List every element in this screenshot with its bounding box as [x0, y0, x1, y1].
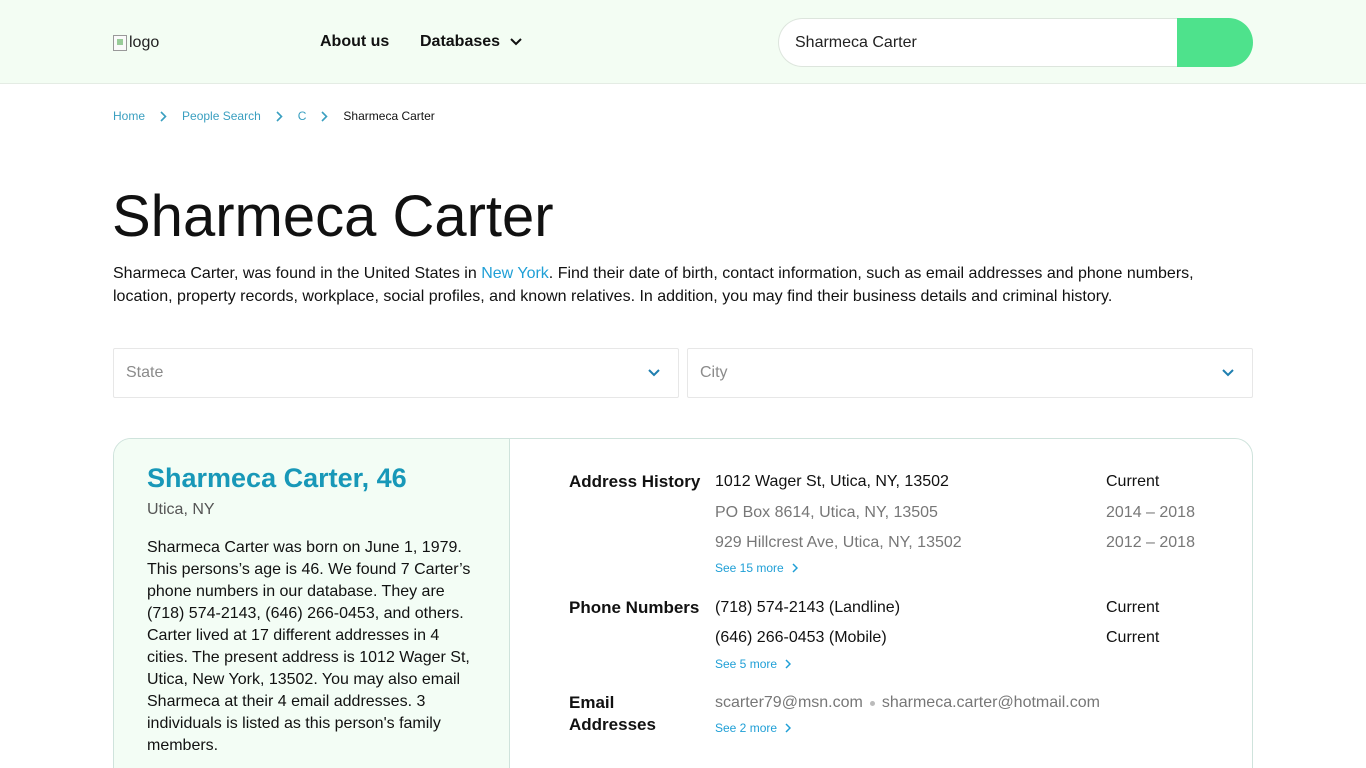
person-bio: Sharmeca Carter was born on June 1, 1979…: [147, 539, 471, 754]
phone-when: Current: [1106, 629, 1160, 646]
city-select[interactable]: City: [687, 348, 1253, 398]
breadcrumb-home[interactable]: Home: [113, 109, 145, 123]
person-card: Sharmeca Carter, 46 Utica, NY Sharmeca C…: [113, 438, 1253, 768]
intro-location-link[interactable]: New York: [481, 265, 549, 282]
email-addresses-label: Email Addresses: [569, 692, 656, 736]
breadcrumb: Home People Search C Sharmeca Carter: [113, 109, 435, 123]
nav-databases-label: Databases: [420, 33, 501, 50]
see-more-emails-link[interactable]: See 2 more: [715, 721, 792, 735]
chevron-down-icon: [510, 38, 522, 46]
person-name[interactable]: Sharmeca Carter, 46: [147, 463, 407, 494]
phone-numbers-label: Phone Numbers: [569, 598, 700, 617]
search-input[interactable]: [778, 18, 1178, 67]
separator-dot: [869, 700, 875, 706]
logo[interactable]: logo: [113, 34, 159, 52]
see-more-emails-label: See 2 more: [715, 721, 778, 735]
breadcrumb-current: Sharmeca Carter: [343, 109, 435, 123]
breadcrumb-people-search[interactable]: People Search: [182, 109, 261, 123]
nav-databases[interactable]: Databases: [420, 33, 522, 51]
email-list: scarter79@msn.com sharmeca.carter@hotmai…: [715, 694, 1100, 712]
chevron-right-icon: [276, 110, 283, 122]
person-location: Utica, NY: [147, 501, 215, 518]
chevron-down-icon: [1222, 369, 1234, 377]
intro-before: Sharmeca Carter, was found in the United…: [113, 265, 482, 282]
city-placeholder: City: [700, 364, 728, 381]
phone-item: (646) 266-0453 (Mobile): [715, 629, 887, 646]
address-when: 2014 – 2018: [1106, 504, 1195, 521]
see-more-phones-link[interactable]: See 5 more: [715, 657, 792, 671]
state-placeholder: State: [126, 364, 164, 381]
chevron-right-icon: [792, 563, 798, 573]
chevron-right-icon: [785, 659, 792, 669]
search-button[interactable]: [1177, 18, 1253, 67]
email-label-line2: Addresses: [569, 715, 656, 734]
see-more-addresses-link[interactable]: See 15 more: [715, 561, 798, 575]
address-history-label: Address History: [569, 472, 701, 491]
chevron-right-icon: [160, 110, 167, 122]
person-summary: Sharmeca Carter, 46 Utica, NY Sharmeca C…: [114, 439, 510, 768]
page-title: Sharmeca Carter: [112, 184, 554, 249]
address-when: Current: [1106, 473, 1160, 490]
broken-image-icon: [113, 35, 127, 51]
address-item: 929 Hillcrest Ave, Utica, NY, 13502: [715, 534, 962, 551]
address-when: 2012 – 2018: [1106, 534, 1195, 551]
logo-alt-text: logo: [129, 34, 160, 51]
chevron-right-icon: [785, 723, 792, 733]
email-item: sharmeca.carter@hotmail.com: [881, 694, 1100, 711]
state-select[interactable]: State: [113, 348, 679, 398]
breadcrumb-letter[interactable]: C: [298, 109, 307, 123]
chevron-right-icon: [321, 110, 329, 122]
intro-text: Sharmeca Carter, was found in the United…: [113, 262, 1253, 308]
see-more-addresses-label: See 15 more: [715, 561, 784, 575]
email-item: scarter79@msn.com: [715, 694, 863, 711]
see-more-phones-label: See 5 more: [715, 657, 778, 671]
phone-item: (718) 574-2143 (Landline): [715, 599, 901, 616]
search-bar: [778, 18, 1253, 67]
nav-about-us[interactable]: About us: [320, 33, 389, 51]
phone-when: Current: [1106, 599, 1160, 616]
email-label-line1: Email: [569, 693, 615, 712]
chevron-down-icon: [648, 369, 660, 377]
address-item: PO Box 8614, Utica, NY, 13505: [715, 504, 938, 521]
site-header: logo About us Databases: [0, 0, 1366, 84]
address-item: 1012 Wager St, Utica, NY, 13502: [715, 473, 949, 490]
